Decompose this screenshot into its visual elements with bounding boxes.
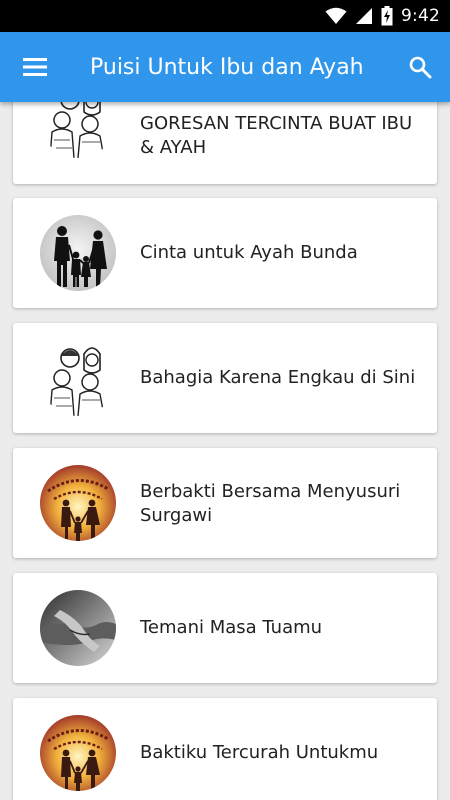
item-title: Berbakti Bersama Menyusuri Surgawi <box>140 481 401 526</box>
list-item[interactable]: Bahagia Karena Engkau di Sini <box>13 323 437 433</box>
family-silhouette-icon <box>40 215 116 291</box>
holding-hands-icon <box>40 590 116 666</box>
item-title: Bahagia Karena Engkau di Sini <box>140 367 416 388</box>
status-bar: 9:42 <box>0 0 450 32</box>
list-item[interactable]: Berbakti Bersama Menyusuri Surgawi <box>13 448 437 558</box>
app-title: Puisi Untuk Ibu dan Ayah <box>90 54 364 80</box>
mothers-fathers-badge-icon <box>40 465 116 541</box>
search-button[interactable] <box>395 32 445 102</box>
menu-button[interactable] <box>0 32 70 102</box>
list-item[interactable]: Baktiku Tercurah Untukmu <box>13 698 437 800</box>
app-bar: Puisi Untuk Ibu dan Ayah <box>0 32 450 102</box>
hamburger-icon <box>23 58 47 76</box>
item-title: Baktiku Tercurah Untukmu <box>140 742 379 763</box>
status-time: 9:42 <box>401 6 440 26</box>
mothers-fathers-badge-icon <box>40 715 116 791</box>
item-title: Temani Masa Tuamu <box>140 617 323 638</box>
family-sketch-icon <box>40 102 116 158</box>
list-item[interactable]: Cinta untuk Ayah Bunda <box>13 198 437 308</box>
item-title: GORESAN TERCINTA BUAT IBU & AYAH <box>140 113 413 158</box>
signal-icon <box>356 8 373 24</box>
item-title: Cinta untuk Ayah Bunda <box>140 242 358 263</box>
search-icon <box>409 56 432 79</box>
list-item[interactable]: GORESAN TERCINTA BUAT IBU & AYAH <box>13 102 437 184</box>
wifi-icon <box>325 7 347 24</box>
list-item[interactable]: Temani Masa Tuamu <box>13 573 437 683</box>
family-sketch-icon <box>40 340 116 416</box>
battery-icon <box>381 6 393 26</box>
poem-list: GORESAN TERCINTA BUAT IBU & AYAH Cinta u… <box>0 102 450 800</box>
